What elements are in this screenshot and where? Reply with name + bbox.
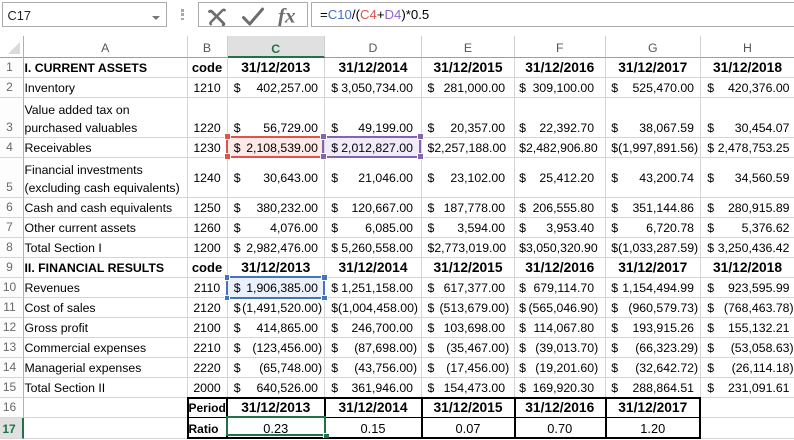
svg-text:fx: fx xyxy=(278,4,296,27)
